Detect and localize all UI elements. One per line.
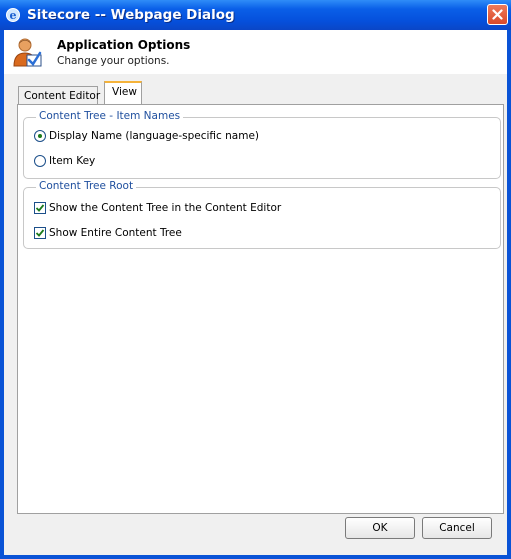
checkmark-icon (35, 204, 45, 212)
item-names-legend: Content Tree - Item Names (36, 110, 184, 122)
svg-text:e: e (10, 9, 17, 22)
show-content-tree-label[interactable]: Show the Content Tree in the Content Edi… (49, 202, 281, 214)
title-bar[interactable]: e Sitecore -- Webpage Dialog (0, 0, 511, 30)
tree-root-legend: Content Tree Root (36, 180, 137, 192)
dialog-heading: Application Options (57, 38, 191, 52)
show-entire-tree-label[interactable]: Show Entire Content Tree (49, 227, 182, 239)
dialog-client: Application Options Change your options.… (4, 30, 507, 555)
display-name-label[interactable]: Display Name (language-specific name) (49, 130, 259, 142)
item-key-label[interactable]: Item Key (49, 155, 95, 167)
radio-selected-dot (38, 134, 42, 138)
show-content-tree-checkbox[interactable] (34, 202, 46, 214)
tab-content-editor[interactable]: Content Editor (18, 86, 100, 105)
tree-root-group: Content Tree Root Show the Content Tree … (23, 180, 501, 249)
dialog-body: Content Editor View Content Tree - Item … (4, 74, 507, 555)
dialog-window: e Sitecore -- Webpage Dialog Application… (0, 0, 511, 559)
cancel-button[interactable]: Cancel (422, 517, 492, 539)
show-entire-tree-checkbox[interactable] (34, 227, 46, 239)
checkmark-icon (35, 229, 45, 237)
item-names-group: Content Tree - Item Names Display Name (… (23, 110, 501, 179)
dialog-header: Application Options Change your options. (4, 30, 507, 72)
internet-explorer-icon: e (6, 8, 20, 22)
display-name-radio[interactable] (34, 130, 46, 142)
window-title: Sitecore -- Webpage Dialog (27, 7, 235, 23)
user-options-icon (13, 38, 42, 67)
ok-button[interactable]: OK (345, 517, 415, 539)
dialog-subheading: Change your options. (57, 55, 170, 67)
tab-view[interactable]: View (104, 81, 142, 105)
close-icon (492, 9, 503, 20)
tab-panel-view: Content Tree - Item Names Display Name (… (17, 104, 504, 514)
item-key-radio[interactable] (34, 155, 46, 167)
close-button[interactable] (487, 4, 508, 25)
